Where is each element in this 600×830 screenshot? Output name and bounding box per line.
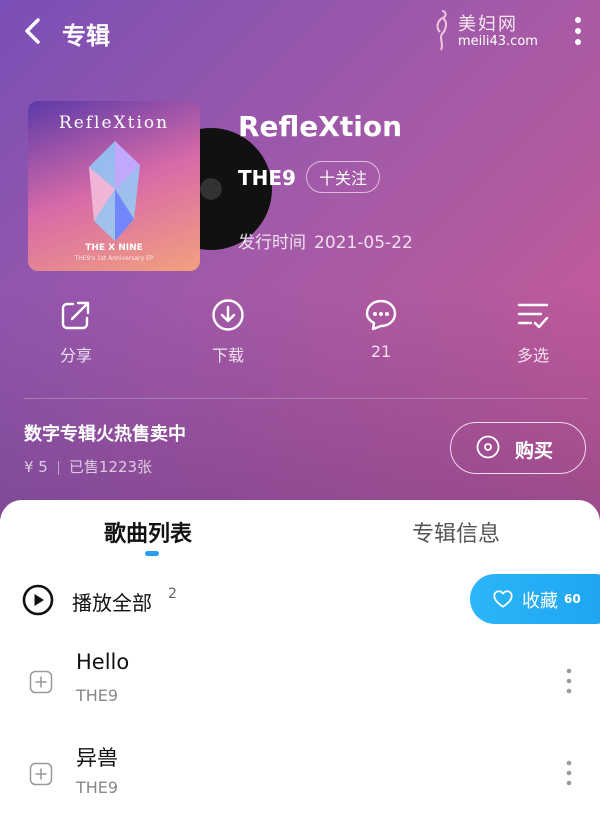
multiselect-icon: [517, 303, 549, 329]
song-count: 2: [168, 586, 177, 602]
back-button[interactable]: [18, 14, 48, 48]
download-icon: [212, 299, 244, 331]
watermark: 美妇网 meili43.com: [430, 8, 550, 52]
watermark-url: meili43.com: [458, 34, 538, 49]
more-icon[interactable]: [562, 758, 576, 788]
song-row[interactable]: 异兽 THE9: [0, 742, 600, 812]
follow-button[interactable]: 十关注: [306, 161, 380, 193]
album-actions: 分享 下载 21 多选: [0, 298, 600, 368]
song-artist: THE9: [76, 778, 119, 797]
cover-subtitle: THE9's 1st Anniversary EP: [74, 255, 154, 262]
buy-button[interactable]: 购买: [450, 422, 586, 474]
watermark-figure-icon: [436, 10, 447, 51]
tab-active-indicator: [145, 551, 159, 556]
download-label: 下载: [211, 346, 244, 365]
release-value: 2021-05-22: [314, 233, 413, 253]
song-title: Hello: [76, 650, 130, 674]
chevron-left-icon: [25, 18, 40, 44]
cover-title: RefleXtion: [58, 113, 170, 133]
download-button[interactable]: 下载: [188, 298, 268, 368]
release-date: 发行时间 2021-05-22: [238, 228, 421, 253]
more-menu-button[interactable]: [570, 14, 586, 48]
multiselect-label: 多选: [516, 346, 549, 365]
divider: [24, 398, 588, 399]
release-label: 发行时间: [238, 233, 306, 253]
share-label: 分享: [59, 346, 92, 365]
favorite-count: 60: [564, 592, 581, 606]
album-name: RefleXtion: [238, 110, 403, 143]
play-circle-icon: [22, 584, 54, 616]
play-all-label: 播放全部: [72, 591, 152, 615]
price: ¥ 5: [24, 458, 48, 476]
add-icon[interactable]: [29, 762, 53, 786]
tab-album-info[interactable]: 专辑信息: [412, 516, 500, 548]
tab-song-list[interactable]: 歌曲列表: [104, 516, 192, 548]
watermark-text: 美妇网: [458, 14, 518, 35]
play-all-button[interactable]: 播放全部 2: [22, 584, 322, 616]
buy-label: 购买: [515, 440, 554, 462]
artist-name[interactable]: THE9: [238, 166, 296, 190]
separator: [57, 460, 59, 475]
crystal-artwork-icon: [89, 141, 140, 241]
multiselect-button[interactable]: 多选: [493, 298, 573, 368]
content-sheet: 歌曲列表 专辑信息 播放全部 2 收藏 60 Hello THE9 异兽 THE…: [0, 500, 600, 830]
song-row[interactable]: Hello THE9: [0, 650, 600, 720]
heart-icon: [493, 590, 513, 608]
comments-button[interactable]: 21: [341, 298, 421, 368]
comment-icon: [365, 299, 397, 331]
add-icon[interactable]: [29, 670, 53, 694]
sale-title: 数字专辑火热售卖中: [24, 424, 186, 445]
song-title: 异兽: [76, 746, 118, 770]
favorite-label: 收藏: [522, 591, 558, 612]
album-cover[interactable]: RefleXtion THE X NINE THE9's 1st Anniver…: [28, 101, 200, 271]
sold-count: 已售1223张: [68, 458, 153, 476]
favorite-button[interactable]: 收藏 60: [470, 574, 600, 624]
share-icon: [61, 301, 90, 330]
song-artist: THE9: [76, 686, 119, 705]
disc-icon: [476, 435, 500, 459]
cover-logo: THE X NINE: [85, 243, 143, 253]
comments-count: 21: [370, 342, 392, 361]
more-icon[interactable]: [562, 666, 576, 696]
page-title: 专辑: [62, 22, 110, 50]
share-button[interactable]: 分享: [36, 298, 116, 368]
top-bar: 专辑 美妇网 meili43.com: [0, 0, 600, 64]
sale-info: ¥ 5 已售1223张: [24, 456, 152, 477]
